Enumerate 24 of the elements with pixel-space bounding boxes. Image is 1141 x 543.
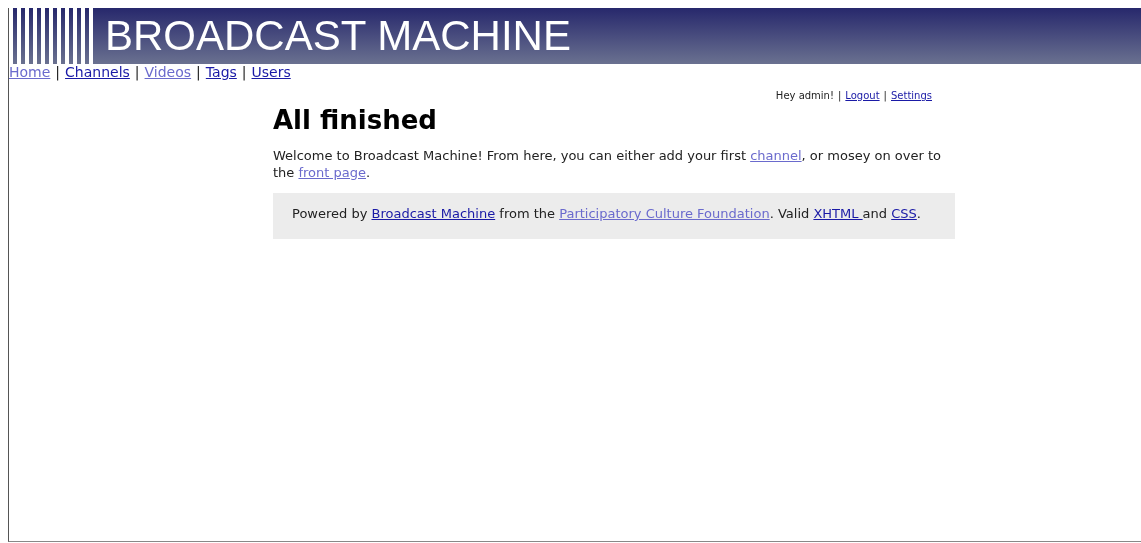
separator: |	[883, 90, 887, 101]
greeting: Hey admin!	[775, 90, 834, 101]
page-heading: All finished	[273, 105, 438, 135]
user-link[interactable]: Settings	[891, 90, 932, 101]
text-link[interactable]: Participatory Culture Foundation	[559, 206, 770, 221]
nav-link[interactable]: Home	[9, 64, 51, 80]
text-link[interactable]: front page	[298, 165, 366, 180]
site-title: BROADCAST MACHINE	[105, 12, 571, 60]
text-link[interactable]: XHTML	[813, 206, 863, 221]
separator: |	[55, 64, 61, 80]
nav-link[interactable]: Tags	[205, 64, 237, 80]
text-link[interactable]: channel	[750, 148, 802, 163]
separator: |	[241, 64, 247, 80]
nav-link[interactable]: Channels	[65, 64, 130, 80]
nav-link[interactable]: Users	[251, 64, 291, 80]
separator: |	[134, 64, 140, 80]
text-link[interactable]: CSS	[891, 206, 917, 221]
user-link[interactable]: Logout	[845, 90, 880, 101]
footer-text: Powered by Broadcast Machine from the Participatory Culture Foundation. Valid XHTML and CSS.	[273, 193, 955, 239]
nav-link[interactable]: Videos	[144, 64, 192, 80]
separator: |	[196, 64, 201, 80]
separator: |	[838, 90, 842, 101]
text-link[interactable]: Broadcast Machine	[371, 206, 496, 221]
welcome-text: Welcome to Broadcast Machine! From here, you can either add your first channel, or mosey on over to the front page.	[273, 147, 942, 181]
